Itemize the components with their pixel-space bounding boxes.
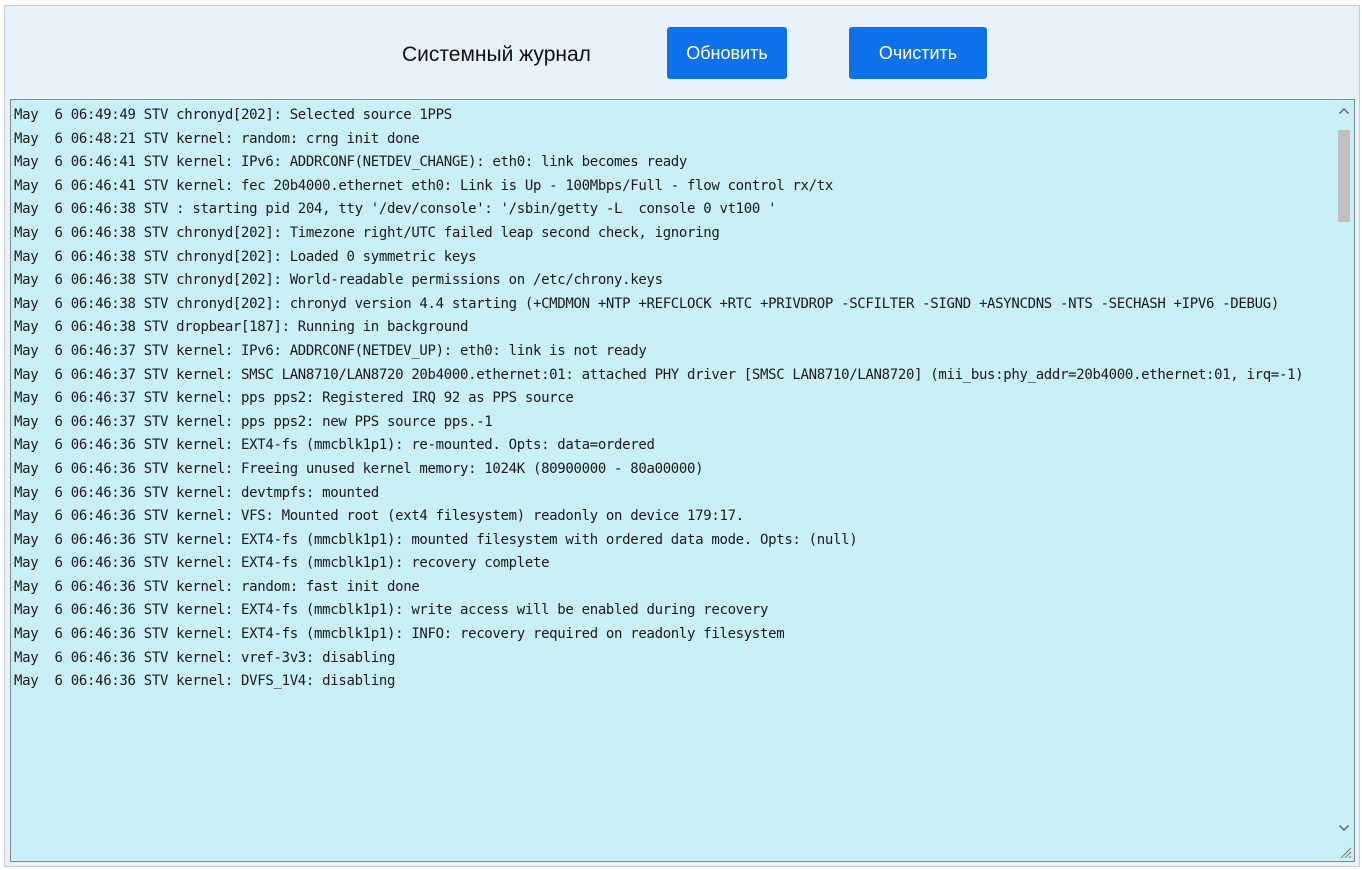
log-line: May 6 06:46:38 STV dropbear[187]: Runnin… — [14, 319, 469, 336]
log-line: May 6 06:46:41 STV kernel: fec 20b4000.e… — [14, 177, 833, 194]
system-log-panel: Системный журнал Обновить Очистить May 6… — [4, 5, 1360, 867]
log-line: May 6 06:46:41 STV kernel: IPv6: ADDRCON… — [14, 154, 688, 171]
vertical-scrollbar[interactable] — [1334, 100, 1354, 861]
page-title: Системный журнал — [402, 43, 591, 66]
log-line: May 6 06:46:38 STV chronyd[202]: Timezon… — [14, 224, 720, 241]
log-line: May 6 06:46:37 STV kernel: SMSC LAN8710/… — [14, 366, 1304, 383]
log-line: May 6 06:46:38 STV : starting pid 204, t… — [14, 201, 777, 218]
clear-button[interactable]: Очистить — [849, 27, 987, 79]
log-line: May 6 06:46:36 STV kernel: DVFS_1V4: dis… — [14, 673, 396, 690]
log-line: May 6 06:46:38 STV chronyd[202]: chronyd… — [14, 295, 1279, 312]
log-line: May 6 06:46:37 STV kernel: pps pps2: Reg… — [14, 390, 574, 407]
log-line: May 6 06:48:21 STV kernel: random: crng … — [14, 130, 420, 147]
chevron-up-icon[interactable] — [1334, 102, 1354, 122]
log-line: May 6 06:46:36 STV kernel: Freeing unuse… — [14, 460, 704, 477]
log-textarea[interactable]: May 6 06:49:49 STV chronyd[202]: Selecte… — [10, 99, 1355, 862]
scrollbar-thumb[interactable] — [1338, 130, 1350, 222]
log-line: May 6 06:46:36 STV kernel: devtmpfs: mou… — [14, 484, 379, 501]
log-line: May 6 06:46:36 STV kernel: random: fast … — [14, 578, 420, 595]
log-line: May 6 06:49:49 STV chronyd[202]: Selecte… — [14, 107, 452, 123]
resize-grip-icon[interactable] — [1338, 845, 1352, 859]
log-line: May 6 06:46:36 STV kernel: VFS: Mounted … — [14, 508, 744, 525]
log-header: Системный журнал Обновить Очистить — [5, 6, 1359, 98]
log-line: May 6 06:46:36 STV kernel: EXT4-fs (mmcb… — [14, 602, 769, 619]
log-line: May 6 06:46:36 STV kernel: EXT4-fs (mmcb… — [14, 531, 858, 548]
log-line: May 6 06:46:37 STV kernel: pps pps2: new… — [14, 413, 493, 430]
log-line: May 6 06:46:36 STV kernel: EXT4-fs (mmcb… — [14, 555, 550, 572]
log-line: May 6 06:46:36 STV kernel: EXT4-fs (mmcb… — [14, 626, 785, 643]
log-line: May 6 06:46:38 STV chronyd[202]: Loaded … — [14, 248, 477, 265]
log-line: May 6 06:46:37 STV kernel: IPv6: ADDRCON… — [14, 342, 647, 359]
log-line: May 6 06:46:36 STV kernel: EXT4-fs (mmcb… — [14, 437, 655, 454]
log-line: May 6 06:46:36 STV kernel: vref-3v3: dis… — [14, 649, 396, 666]
refresh-button[interactable]: Обновить — [667, 27, 787, 79]
chevron-down-icon[interactable] — [1334, 819, 1354, 839]
log-line: May 6 06:46:38 STV chronyd[202]: World-r… — [14, 272, 663, 289]
log-content: May 6 06:49:49 STV chronyd[202]: Selecte… — [14, 104, 1332, 694]
